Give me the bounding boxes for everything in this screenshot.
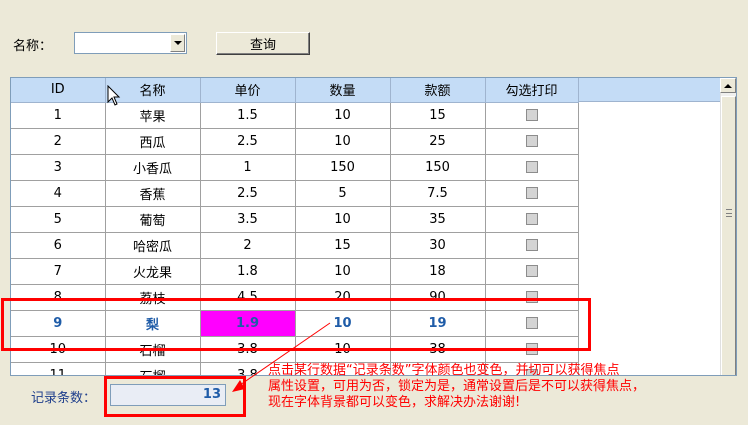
cell-print-check (485, 180, 579, 207)
record-count-label: 记录条数： (31, 391, 97, 406)
cell-id[interactable]: 7 (11, 258, 106, 285)
cell-price[interactable]: 1.8 (200, 258, 296, 285)
column-header-price[interactable]: 单价 (200, 78, 296, 103)
cell-print-check (485, 128, 579, 155)
cell-name[interactable]: 香蕉 (105, 180, 201, 207)
mouse-cursor-icon (107, 85, 121, 106)
cell-price[interactable]: 1.5 (200, 102, 296, 129)
cell-price[interactable]: 2.5 (200, 128, 296, 155)
cell-amount[interactable]: 7.5 (390, 180, 486, 207)
cell-name[interactable]: 火龙果 (105, 258, 201, 285)
search-name-label: 名称： (13, 39, 53, 54)
cell-qty[interactable]: 10 (295, 128, 391, 155)
cell-print-check (485, 232, 579, 259)
cell-qty[interactable]: 5 (295, 180, 391, 207)
table-row[interactable]: 5 葡萄 3.5 10 35 (11, 206, 579, 233)
header-filler (578, 78, 721, 102)
cell-id[interactable]: 6 (11, 232, 106, 259)
column-header-qty[interactable]: 数量 (295, 78, 391, 103)
print-checkbox[interactable] (525, 213, 538, 225)
cell-price[interactable]: 2.5 (200, 180, 296, 207)
grip-icon (726, 209, 732, 217)
annotation-note: 点击某行数据“记录条数”字体颜色也变色，并切可以获得焦点 属性设置，可用为否，锁… (268, 363, 646, 410)
grid-header-row: ID 名称 单价 数量 款额 勾选打印 (11, 78, 579, 103)
query-button[interactable]: 查询 (216, 32, 310, 55)
table-row[interactable]: 2 西瓜 2.5 10 25 (11, 128, 579, 155)
cell-amount[interactable]: 18 (390, 258, 486, 285)
scroll-up-arrow-icon[interactable] (720, 78, 736, 93)
print-checkbox[interactable] (525, 239, 538, 251)
scrollbar-thumb[interactable] (721, 96, 736, 375)
cell-print-check (485, 206, 579, 233)
print-checkbox[interactable] (525, 187, 538, 199)
cell-qty[interactable]: 10 (295, 258, 391, 285)
annotation-box-record-count (104, 376, 246, 417)
cell-id[interactable]: 5 (11, 206, 106, 233)
cell-amount[interactable]: 35 (390, 206, 486, 233)
name-combobox[interactable] (74, 32, 187, 54)
cell-qty[interactable]: 150 (295, 154, 391, 181)
cell-print-check (485, 154, 579, 181)
cell-print-check (485, 258, 579, 285)
cell-id[interactable]: 3 (11, 154, 106, 181)
cell-print-check (485, 102, 579, 129)
annotation-box-selected-row (1, 298, 591, 351)
cell-id[interactable]: 2 (11, 128, 106, 155)
table-row[interactable]: 6 哈密瓜 2 15 30 (11, 232, 579, 259)
table-row[interactable]: 1 苹果 1.5 10 15 (11, 102, 579, 129)
vertical-scrollbar[interactable] (720, 92, 736, 375)
table-row[interactable]: 4 香蕉 2.5 5 7.5 (11, 180, 579, 207)
print-checkbox[interactable] (525, 265, 538, 277)
cell-id[interactable]: 4 (11, 180, 106, 207)
table-row[interactable]: 3 小香瓜 1 150 150 (11, 154, 579, 181)
cell-name[interactable]: 哈密瓜 (105, 232, 201, 259)
print-checkbox[interactable] (525, 109, 538, 121)
print-checkbox[interactable] (525, 161, 538, 173)
cell-name[interactable]: 小香瓜 (105, 154, 201, 181)
cell-amount[interactable]: 25 (390, 128, 486, 155)
cell-amount[interactable]: 30 (390, 232, 486, 259)
cell-amount[interactable]: 15 (390, 102, 486, 129)
cell-amount[interactable]: 150 (390, 154, 486, 181)
cell-id[interactable]: 1 (11, 102, 106, 129)
cell-price[interactable]: 1 (200, 154, 296, 181)
table-row[interactable]: 7 火龙果 1.8 10 18 (11, 258, 579, 285)
cell-name[interactable]: 西瓜 (105, 128, 201, 155)
cell-name[interactable]: 葡萄 (105, 206, 201, 233)
column-header-amount[interactable]: 款额 (390, 78, 486, 103)
cell-id[interactable]: 11 (11, 362, 106, 375)
chevron-down-icon[interactable] (170, 34, 185, 52)
column-header-id[interactable]: ID (11, 78, 106, 103)
cell-name[interactable]: 石榴 (105, 362, 201, 375)
print-checkbox[interactable] (525, 135, 538, 147)
cell-price[interactable]: 3.5 (200, 206, 296, 233)
cell-qty[interactable]: 10 (295, 102, 391, 129)
cell-qty[interactable]: 15 (295, 232, 391, 259)
column-header-print-check[interactable]: 勾选打印 (485, 78, 579, 103)
cell-qty[interactable]: 10 (295, 206, 391, 233)
cell-price[interactable]: 2 (200, 232, 296, 259)
